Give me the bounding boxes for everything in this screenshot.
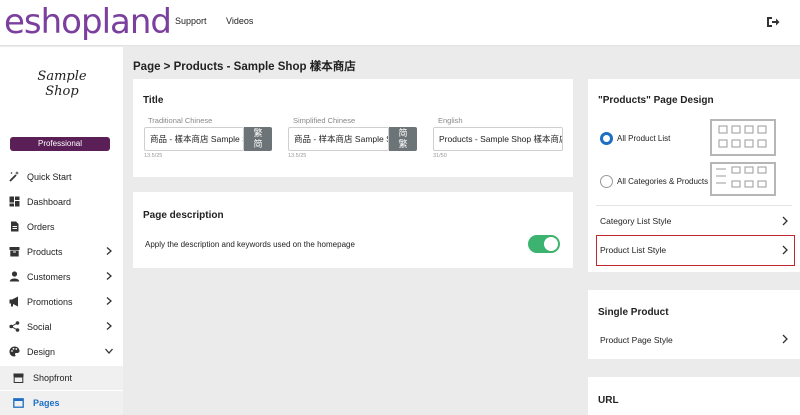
all-categories-products-label: All Categories & Products xyxy=(617,177,709,186)
toggle-knob xyxy=(544,237,558,251)
sidebar-item-quick-start[interactable]: Quick Start xyxy=(0,164,123,189)
chevron-right-icon xyxy=(106,247,112,255)
traditional-chinese-title-input[interactable]: 商品 - 樣本商店 Sample Shop xyxy=(144,127,244,151)
shop-logo[interactable]: Sample Shop xyxy=(32,69,92,99)
store-icon xyxy=(13,373,24,383)
box-icon xyxy=(9,247,20,257)
sidebar-item-orders[interactable]: Orders xyxy=(0,214,123,239)
sidebar-subitem-label: Pages xyxy=(33,398,60,408)
simplified-chinese-label: Simplified Chinese xyxy=(293,116,356,125)
top-bar: eshopland Support Videos xyxy=(0,0,800,46)
sidebar: Sample Shop Professional Quick Start Das… xyxy=(0,47,123,415)
all-product-list-label: All Product List xyxy=(617,134,671,143)
sidebar-item-label: Dashboard xyxy=(27,197,72,207)
convert-to-simplified-button[interactable]: 繁简 xyxy=(244,127,272,151)
products-page-design-card: "Products" Page Design All Product List … xyxy=(588,79,800,272)
products-page-design-heading: "Products" Page Design xyxy=(598,95,714,106)
all-categories-products-radio[interactable] xyxy=(600,175,613,188)
description-card: Page description Apply the description a… xyxy=(133,192,573,268)
title-card: Title Traditional Chinese 商品 - 樣本商店 Samp… xyxy=(133,79,573,177)
sidebar-item-label: Quick Start xyxy=(27,172,72,182)
sidebar-item-label: Promotions xyxy=(27,297,73,307)
palette-icon xyxy=(9,346,20,357)
product-list-style-link[interactable]: Product List Style xyxy=(600,245,666,255)
all-product-list-radio[interactable] xyxy=(600,132,613,145)
sidebar-item-label: Orders xyxy=(27,222,55,232)
share-icon xyxy=(9,321,20,332)
homepage-description-toggle[interactable] xyxy=(528,235,560,253)
nav-support-link[interactable]: Support xyxy=(175,16,207,26)
user-icon xyxy=(9,271,20,282)
sidebar-item-label: Customers xyxy=(27,272,71,282)
sidebar-item-promotions[interactable]: Promotions xyxy=(0,289,123,314)
eshopland-logo[interactable]: eshopland xyxy=(4,2,172,42)
breadcrumb: Page > Products - Sample Shop 樣本商店 xyxy=(133,61,356,73)
sidebar-subitem-pages[interactable]: Pages xyxy=(0,391,123,415)
chevron-right-icon xyxy=(106,272,112,280)
traditional-chinese-label: Traditional Chinese xyxy=(148,116,213,125)
single-product-card: Single Product Product Page Style xyxy=(588,290,800,359)
category-list-style-link[interactable]: Category List Style xyxy=(600,216,671,226)
sidebar-item-customers[interactable]: Customers xyxy=(0,264,123,289)
chevron-down-icon xyxy=(105,348,113,354)
sidebar-item-label: Social xyxy=(27,322,52,332)
magic-wand-icon xyxy=(9,171,20,182)
sidebar-item-dashboard[interactable]: Dashboard xyxy=(0,189,123,214)
url-heading: URL xyxy=(598,395,619,406)
char-counter: 13.5/25 xyxy=(288,153,307,159)
sidebar-item-social[interactable]: Social xyxy=(0,314,123,339)
product-grid-layout-icon[interactable] xyxy=(710,119,776,156)
category-layout-icon[interactable] xyxy=(710,162,776,196)
url-card: URL xyxy=(588,377,800,415)
window-icon xyxy=(13,398,24,408)
chevron-right-icon[interactable] xyxy=(781,334,789,344)
homepage-description-toggle-label: Apply the description and keywords used … xyxy=(145,240,355,249)
document-icon xyxy=(11,221,19,232)
megaphone-icon xyxy=(9,296,18,307)
chevron-right-icon xyxy=(106,322,112,330)
simplified-chinese-title-input[interactable]: 商品 - 样本商店 Sample Shop xyxy=(288,127,389,151)
char-counter: 13.5/25 xyxy=(144,153,163,159)
sidebar-item-products[interactable]: Products xyxy=(0,239,123,264)
chevron-right-icon xyxy=(106,297,112,305)
single-product-heading: Single Product xyxy=(598,307,669,318)
dashboard-icon xyxy=(9,196,20,207)
chevron-right-icon[interactable] xyxy=(781,245,789,255)
char-counter: 31/50 xyxy=(433,153,447,159)
sidebar-item-label: Products xyxy=(27,247,63,257)
convert-to-traditional-button[interactable]: 简繁 xyxy=(389,127,417,151)
sidebar-item-label: Design xyxy=(27,347,56,357)
sidebar-subitem-label: Shopfront xyxy=(33,373,73,383)
description-card-heading: Page description xyxy=(143,210,224,221)
chevron-right-icon[interactable] xyxy=(781,216,789,226)
product-page-style-link[interactable]: Product Page Style xyxy=(600,335,673,345)
plan-badge: Professional xyxy=(10,137,110,151)
english-label: English xyxy=(438,116,463,125)
divider xyxy=(596,205,792,206)
sidebar-item-design[interactable]: Design xyxy=(0,339,123,364)
english-title-input[interactable]: Products - Sample Shop 樣本商店 xyxy=(433,127,563,151)
sidebar-subitem-shopfront[interactable]: Shopfront xyxy=(0,366,123,390)
sign-out-icon[interactable] xyxy=(766,16,780,28)
nav-videos-link[interactable]: Videos xyxy=(226,16,253,26)
title-card-heading: Title xyxy=(143,95,164,106)
